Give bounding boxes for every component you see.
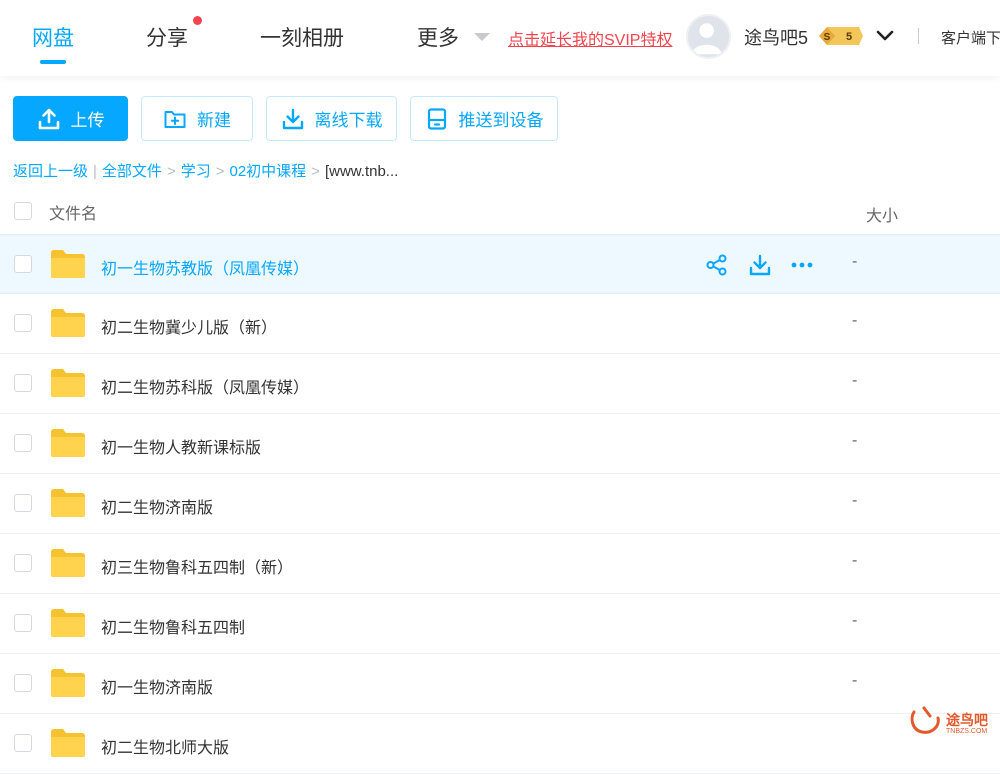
file-name[interactable]: 初二生物济南版 xyxy=(101,494,213,518)
top-nav-bar: 网盘 分享 一刻相册 更多 点击延长我的SVIP特权 途鸟吧5 S 5 客户端下 xyxy=(0,0,1000,76)
row-checkbox[interactable] xyxy=(14,734,32,752)
tab-album[interactable]: 一刻相册 xyxy=(260,22,344,52)
breadcrumb: 返回上一级 | 全部文件 > 学习 >02初中课程 > [www.tnb... xyxy=(13,160,398,181)
file-name[interactable]: 初一生物苏教版（凤凰传媒） xyxy=(101,255,309,279)
file-size: - xyxy=(852,432,858,449)
download-icon[interactable] xyxy=(748,253,772,277)
upload-label: 上传 xyxy=(70,111,105,130)
device-icon xyxy=(427,107,446,130)
breadcrumb-item-course[interactable]: 02初中课程 xyxy=(229,163,306,180)
breadcrumb-item-study[interactable]: 学习 xyxy=(181,163,211,180)
watermark-text: 途鸟吧 xyxy=(946,712,988,728)
file-name[interactable]: 初三生物鲁科五四制（新） xyxy=(101,554,293,578)
svip-badge-icon: S 5 xyxy=(819,27,863,45)
svg-text:S: S xyxy=(824,32,831,43)
row-checkbox[interactable] xyxy=(14,674,32,692)
table-row[interactable]: 初一生物人教新课标版 - xyxy=(0,414,1000,474)
file-size: - xyxy=(852,372,858,389)
row-checkbox[interactable] xyxy=(14,255,32,273)
file-size: - xyxy=(852,312,858,329)
breadcrumb-current: [www.tnb... xyxy=(324,163,399,180)
table-row[interactable]: 初三生物鲁科五四制（新） - xyxy=(0,534,1000,594)
notification-dot xyxy=(193,16,202,25)
row-checkbox[interactable] xyxy=(14,434,32,452)
row-checkbox[interactable] xyxy=(14,554,32,572)
watermark-subtext: TNBZS.COM xyxy=(946,728,988,735)
table-row[interactable]: 初二生物济南版 - xyxy=(0,474,1000,534)
file-size: - xyxy=(852,612,858,629)
folder-icon xyxy=(50,249,86,279)
table-row[interactable]: 初一生物苏教版（凤凰传媒） - xyxy=(0,234,1000,294)
table-row[interactable]: 初一生物济南版 - xyxy=(0,654,1000,714)
breadcrumb-separator: > xyxy=(166,163,176,180)
row-checkbox[interactable] xyxy=(14,494,32,512)
file-size: - xyxy=(852,552,858,569)
file-size: - xyxy=(852,492,858,509)
file-name[interactable]: 初一生物济南版 xyxy=(101,674,213,698)
file-size: - xyxy=(852,672,858,689)
folder-icon xyxy=(50,608,86,638)
breadcrumb-separator: > xyxy=(311,163,320,180)
table-row[interactable]: 初二生物苏科版（凤凰传媒） - xyxy=(0,354,1000,414)
username[interactable]: 途鸟吧5 xyxy=(744,24,808,50)
file-size: - xyxy=(852,253,858,270)
row-checkbox[interactable] xyxy=(14,314,32,332)
upload-button[interactable]: 上传 xyxy=(13,96,128,141)
tab-share[interactable]: 分享 xyxy=(146,22,188,52)
active-tab-indicator xyxy=(40,60,66,64)
nav-divider xyxy=(918,28,919,44)
tab-more[interactable]: 更多 xyxy=(417,22,459,52)
download-icon xyxy=(282,108,303,129)
file-name[interactable]: 初二生物冀少儿版（新） xyxy=(101,314,277,338)
user-silhouette-icon xyxy=(691,23,722,55)
push-to-device-button[interactable]: 推送到设备 xyxy=(410,96,558,141)
more-options-icon[interactable] xyxy=(790,253,814,277)
file-name[interactable]: 初二生物苏科版（凤凰传媒） xyxy=(101,374,309,398)
breadcrumb-item-all-files[interactable]: 全部文件 xyxy=(102,163,162,180)
folder-icon xyxy=(50,728,86,758)
svip-level-badge: S 5 xyxy=(817,26,863,46)
folder-icon xyxy=(50,368,86,398)
table-row[interactable]: 初二生物冀少儿版（新） - xyxy=(0,294,1000,354)
caret-down-icon[interactable] xyxy=(474,33,490,41)
folder-icon xyxy=(50,548,86,578)
share-icon[interactable] xyxy=(705,253,729,277)
new-folder-icon xyxy=(164,110,186,128)
offline-download-label: 离线下载 xyxy=(314,111,383,130)
push-to-device-label: 推送到设备 xyxy=(458,111,544,130)
chevron-down-icon[interactable] xyxy=(875,25,895,45)
breadcrumb-pipe: | xyxy=(93,163,97,180)
file-table-header: 文件名 大小 xyxy=(0,190,1000,234)
folder-icon xyxy=(50,668,86,698)
breadcrumb-back[interactable]: 返回上一级 xyxy=(13,163,88,180)
file-name[interactable]: 初一生物人教新课标版 xyxy=(101,434,261,458)
table-row[interactable]: 初二生物北师大版 xyxy=(0,714,1000,774)
folder-icon xyxy=(50,428,86,458)
column-header-size[interactable]: 大小 xyxy=(866,202,898,226)
folder-icon xyxy=(50,308,86,338)
client-download-link[interactable]: 客户端下 xyxy=(941,27,1000,48)
offline-download-button[interactable]: 离线下载 xyxy=(266,96,397,141)
row-checkbox[interactable] xyxy=(14,614,32,632)
folder-icon xyxy=(50,488,86,518)
breadcrumb-separator: > xyxy=(215,163,225,180)
select-all-checkbox[interactable] xyxy=(14,202,32,220)
tab-netdisk[interactable]: 网盘 xyxy=(32,22,74,52)
new-folder-button[interactable]: 新建 xyxy=(141,96,253,141)
table-row[interactable]: 初二生物鲁科五四制 - xyxy=(0,594,1000,654)
new-label: 新建 xyxy=(197,111,231,130)
column-header-name[interactable]: 文件名 xyxy=(49,200,97,224)
file-name[interactable]: 初二生物鲁科五四制 xyxy=(101,614,245,638)
avatar[interactable] xyxy=(686,14,731,59)
row-checkbox[interactable] xyxy=(14,374,32,392)
svip-promo-link[interactable]: 点击延长我的SVIP特权 xyxy=(508,26,672,50)
file-name[interactable]: 初二生物北师大版 xyxy=(101,734,229,758)
level-number: 5 xyxy=(846,31,852,43)
upload-icon xyxy=(38,108,59,129)
